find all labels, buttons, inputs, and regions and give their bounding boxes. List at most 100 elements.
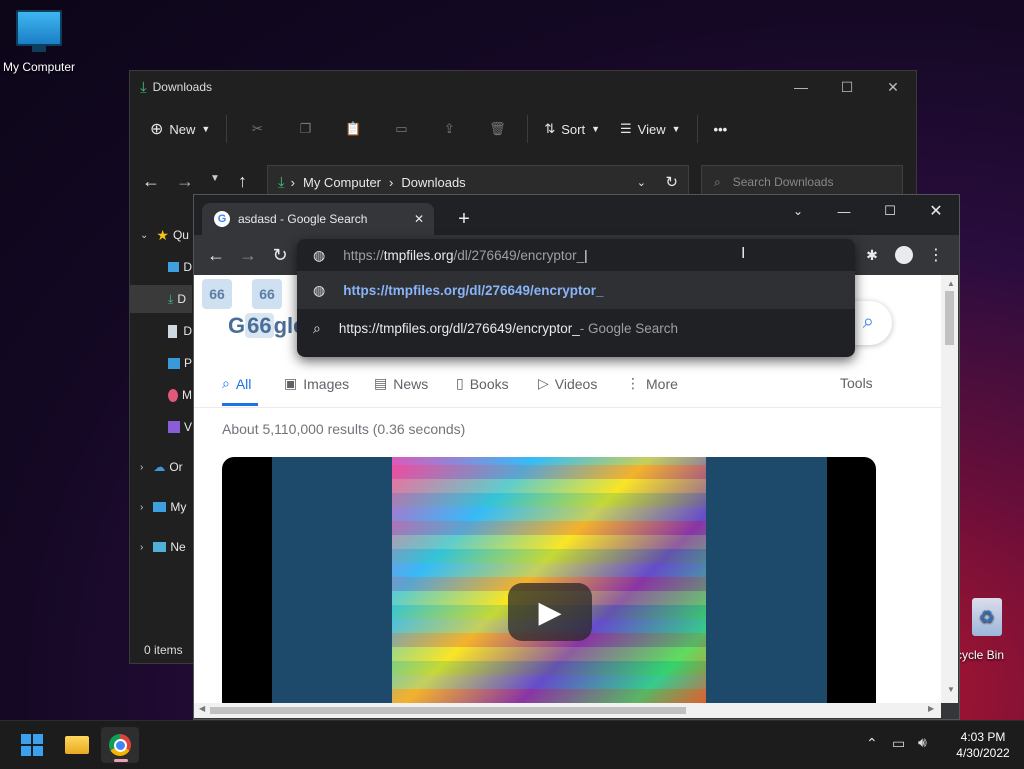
search-tab-videos[interactable]: ▷ Videos: [538, 375, 597, 392]
minimize-button[interactable]: —: [778, 71, 824, 103]
view-button[interactable]: ☰ View ▼: [610, 113, 691, 145]
nav-item-desktop[interactable]: D: [130, 253, 192, 281]
sort-label: Sort: [561, 121, 586, 137]
new-tab-button[interactable]: +: [448, 203, 480, 235]
maximize-button[interactable]: ☐: [824, 71, 870, 103]
chevron-down-icon[interactable]: ⌄: [637, 176, 646, 189]
document-icon: [168, 324, 178, 338]
sort-button[interactable]: ⇅ Sort ▼: [534, 113, 610, 145]
extensions-icon[interactable]: ✱: [856, 239, 888, 271]
start-button[interactable]: [13, 727, 51, 763]
chevron-down-icon: ▼: [591, 124, 601, 134]
desktop-icon-recycle-bin[interactable]: ♻ cycle Bin: [950, 598, 1024, 662]
tab-search-icon[interactable]: ⌄: [782, 195, 814, 227]
play-icon: ▶: [538, 595, 562, 629]
back-button[interactable]: ←: [142, 171, 160, 192]
nav-item-pictures[interactable]: P: [130, 349, 192, 377]
nav-item-quick-access[interactable]: ⌄ ★ Qu: [130, 221, 192, 249]
nav-item-my-computer[interactable]: › My: [130, 493, 192, 521]
network-icon[interactable]: ▭: [892, 735, 905, 752]
globe-icon: ◍: [313, 281, 326, 298]
chevron-down-icon: ▼: [201, 124, 211, 134]
maximize-button[interactable]: ☐: [874, 195, 906, 227]
share-icon[interactable]: ⇪: [439, 119, 459, 139]
forward-button[interactable]: →: [232, 239, 264, 271]
paste-icon[interactable]: 📋: [343, 119, 363, 139]
nav-item-downloads[interactable]: ⤓ D: [130, 285, 192, 313]
menu-icon[interactable]: ⋮: [920, 239, 952, 271]
vertical-scrollbar[interactable]: ▲ ▼: [941, 275, 958, 703]
nav-item-network[interactable]: › Ne: [130, 533, 192, 561]
breadcrumb-item[interactable]: My Computer: [303, 175, 381, 190]
close-button[interactable]: ✕: [870, 71, 916, 103]
chrome-taskbar-button[interactable]: [101, 727, 139, 763]
more-label: •••: [713, 121, 728, 137]
omnibox-prefix: https://: [343, 247, 384, 263]
desktop-icon-my-computer[interactable]: My Computer: [0, 10, 78, 74]
nav-item-documents[interactable]: D: [130, 317, 192, 345]
image-icon: ▣: [284, 375, 298, 391]
text-cursor-icon: I: [741, 245, 746, 262]
horizontal-scrollbar[interactable]: ◀ ▶: [194, 703, 941, 718]
recent-dropdown-icon[interactable]: ▼: [210, 173, 220, 184]
nav-item-onedrive[interactable]: › ☁ Or: [130, 453, 192, 481]
show-hidden-icons-button[interactable]: ⌃: [866, 735, 878, 752]
search-icon: ⌕: [714, 174, 721, 189]
tools-button[interactable]: Tools: [840, 375, 873, 391]
search-icon: ⌕: [222, 375, 230, 391]
omnibox-suggestion-url[interactable]: ◍ https://tmpfiles.org/dl/276649/encrypt…: [297, 271, 855, 309]
windows-logo-icon: [21, 734, 43, 756]
download-icon: ⤓: [140, 78, 147, 96]
reload-button[interactable]: ↻: [264, 239, 296, 271]
explorer-toolbar: ⊕ New ▼ ✂ ❐ 📋 ▭ ⇪ 🗑 ⇅ Sort ▼ ☰ View ▼ ••…: [130, 111, 916, 147]
play-button[interactable]: ▶: [508, 583, 592, 641]
chrome-window[interactable]: G asdasd - Google Search ✕ + ⌄ — ☐ ✕ ← →…: [193, 194, 960, 720]
network-icon: [153, 542, 167, 552]
close-button[interactable]: ✕: [920, 195, 952, 227]
browser-tab[interactable]: G asdasd - Google Search ✕: [202, 203, 434, 235]
tab-strip: G asdasd - Google Search ✕ + ⌄ — ☐ ✕: [194, 195, 959, 235]
minimize-button[interactable]: —: [828, 195, 860, 227]
plus-circle-icon: ⊕: [150, 121, 164, 138]
search-icon: ⌕: [862, 311, 874, 333]
chrome-icon: [109, 734, 131, 756]
forward-button[interactable]: →: [176, 171, 194, 192]
breadcrumb-item[interactable]: Downloads: [401, 175, 465, 190]
refresh-icon[interactable]: ↻: [665, 173, 678, 191]
omnibox-suggestion-search[interactable]: ⌕ https://tmpfiles.org/dl/276649/encrypt…: [297, 309, 855, 347]
profile-icon[interactable]: [888, 239, 920, 271]
more-button[interactable]: •••: [704, 113, 738, 145]
search-tab-images[interactable]: ▣ Images: [284, 375, 349, 392]
omnibox-input[interactable]: ◍ https://tmpfiles.org/dl/276649/encrypt…: [297, 239, 855, 271]
search-tab-more[interactable]: ⋮ More: [626, 375, 678, 392]
more-vert-icon: ⋮: [626, 375, 640, 391]
divider: [194, 407, 941, 408]
video-result[interactable]: ▶: [222, 457, 876, 703]
recycle-bin-icon: ♻: [972, 598, 1002, 636]
delete-icon[interactable]: 🗑: [487, 119, 507, 139]
search-tab-news[interactable]: ▤ News: [374, 375, 428, 392]
google-icon: G: [214, 211, 230, 227]
nav-item-music[interactable]: M: [130, 381, 192, 409]
rename-icon[interactable]: ▭: [391, 119, 411, 139]
new-button[interactable]: ⊕ New ▼: [140, 113, 220, 145]
clock-time: 4:03 PM: [960, 730, 1006, 744]
volume-icon[interactable]: 🔊︎: [918, 734, 927, 751]
chevron-right-icon: ›: [290, 174, 295, 190]
new-label: New: [169, 121, 196, 137]
cut-icon[interactable]: ✂: [247, 119, 267, 139]
copy-icon[interactable]: ❐: [295, 119, 315, 139]
clock[interactable]: 4:03 PM 4/30/2022: [944, 729, 1022, 761]
up-button[interactable]: ↑: [238, 171, 247, 192]
back-button[interactable]: ←: [200, 239, 232, 271]
nav-item-videos[interactable]: V: [130, 413, 192, 441]
search-tab-books[interactable]: ▯ Books: [456, 375, 509, 392]
file-explorer-taskbar-button[interactable]: [58, 727, 96, 763]
folder-icon: [65, 736, 89, 754]
search-tab-all[interactable]: ⌕ All: [222, 375, 251, 392]
star-icon: ★: [156, 226, 169, 243]
google-logo[interactable]: 66 66 G66gle: [202, 279, 305, 339]
tab-close-icon[interactable]: ✕: [414, 212, 424, 226]
videos-icon: [168, 421, 180, 433]
omnibox-dropdown[interactable]: ◍ https://tmpfiles.org/dl/276649/encrypt…: [297, 239, 855, 357]
